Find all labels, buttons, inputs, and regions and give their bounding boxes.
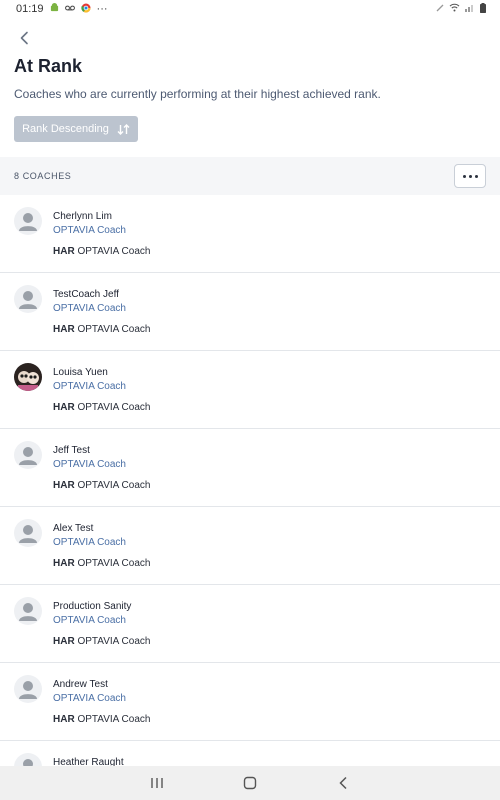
system-nav-bar [0, 766, 500, 800]
person-placeholder-icon [19, 291, 37, 309]
status-bar: 01:19 ··· [0, 0, 500, 18]
coach-row[interactable]: Andrew Test OPTAVIA Coach HAR OPTAVIA Coac… [0, 663, 500, 741]
coach-row[interactable]: Production Sanity OPTAVIA Coach HAR OPTAVI… [0, 585, 500, 663]
coach-photo-icon [14, 363, 42, 391]
battery-icon [480, 2, 486, 16]
recents-button[interactable] [147, 773, 167, 793]
coach-count-label: 8 COACHES [14, 171, 72, 181]
avatar [14, 441, 42, 469]
avatar [14, 675, 42, 703]
count-bar: 8 COACHES [0, 157, 500, 195]
back-arrow-icon [20, 31, 28, 45]
more-dots-icon [468, 174, 472, 178]
avatar [14, 519, 42, 547]
screen: 01:19 ··· At Rank Coaches who are curren… [0, 0, 500, 800]
avatar [14, 207, 42, 235]
coach-row[interactable]: Louisa Yuen OPTAVIA Coach HAR OPTAVIA Coac… [0, 351, 500, 429]
android-icon [50, 3, 59, 15]
coach-name: Jeff Test [53, 445, 90, 456]
home-button[interactable] [240, 773, 260, 793]
more-options-button[interactable] [454, 164, 486, 188]
coach-role: OPTAVIA Coach [53, 381, 126, 392]
pen-icon [436, 3, 444, 15]
coach-role: OPTAVIA Coach [53, 537, 126, 548]
coach-role: OPTAVIA Coach [53, 225, 126, 236]
coach-role: OPTAVIA Coach [53, 303, 126, 314]
back-nav-icon [339, 776, 347, 790]
coach-rank-suffix: OPTAVIA Coach [74, 246, 151, 257]
sort-button-label: Rank Descending [22, 123, 109, 135]
coach-rank-suffix: OPTAVIA Coach [74, 324, 151, 335]
coach-name: Cherlynn Lim [53, 211, 112, 222]
coach-rank-suffix: OPTAVIA Coach [74, 636, 151, 647]
coach-rank-prefix: HAR [53, 324, 75, 335]
coach-rank-prefix: HAR [53, 714, 75, 725]
coach-name: Louisa Yuen [53, 367, 108, 378]
avatar [14, 363, 42, 391]
coach-rank: HAR OPTAVIA Coach [53, 636, 150, 647]
sort-button[interactable]: Rank Descending [14, 116, 138, 142]
avatar [14, 285, 42, 313]
coach-row[interactable]: TestCoach Jeff OPTAVIA Coach HAR OPTAVIA C… [0, 273, 500, 351]
person-placeholder-icon [19, 447, 37, 465]
coach-rank: HAR OPTAVIA Coach [53, 714, 150, 725]
coach-name: Production Sanity [53, 601, 132, 612]
status-more-dots: ··· [96, 3, 108, 15]
more-dots-icon [474, 174, 478, 178]
coach-name: Andrew Test [53, 679, 108, 690]
signal-icon [465, 3, 475, 15]
coach-role: OPTAVIA Coach [53, 693, 126, 704]
coach-rank-prefix: HAR [53, 480, 75, 491]
sort-arrows-icon [117, 123, 130, 135]
more-dots-icon [462, 174, 466, 178]
coach-rank-suffix: OPTAVIA Coach [74, 402, 151, 413]
voicemail-icon [64, 3, 75, 15]
person-placeholder-icon [19, 603, 37, 621]
recents-icon [150, 778, 163, 788]
coach-rank-suffix: OPTAVIA Coach [74, 558, 151, 569]
wifi-icon [449, 3, 460, 15]
back-button[interactable] [14, 28, 34, 48]
person-placeholder-icon [19, 681, 37, 699]
coach-list: Cherlynn Lim OPTAVIA Coach HAR OPTAVIA Coa… [0, 195, 500, 800]
coach-rank: HAR OPTAVIA Coach [53, 324, 150, 335]
coach-row[interactable]: Alex Test OPTAVIA Coach HAR OPTAVIA Coach [0, 507, 500, 585]
status-right [436, 2, 486, 16]
coach-name: Alex Test [53, 523, 94, 534]
coach-rank: HAR OPTAVIA Coach [53, 246, 150, 257]
coach-name: TestCoach Jeff [53, 289, 119, 300]
avatar [14, 597, 42, 625]
coach-rank-prefix: HAR [53, 558, 75, 569]
page-subtitle: Coaches who are currently performing at … [14, 87, 381, 101]
coach-rank: HAR OPTAVIA Coach [53, 402, 150, 413]
person-placeholder-icon [19, 213, 37, 231]
coach-rank-prefix: HAR [53, 402, 75, 413]
status-left: 01:19 ··· [16, 3, 108, 16]
coach-role: OPTAVIA Coach [53, 615, 126, 626]
coach-rank: HAR OPTAVIA Coach [53, 480, 150, 491]
page-title: At Rank [14, 56, 83, 76]
coach-rank-prefix: HAR [53, 246, 75, 257]
coach-row[interactable]: Cherlynn Lim OPTAVIA Coach HAR OPTAVIA Coa… [0, 195, 500, 273]
coach-row[interactable]: Jeff Test OPTAVIA Coach HAR OPTAVIA Coach [0, 429, 500, 507]
coach-rank-prefix: HAR [53, 636, 75, 647]
person-placeholder-icon [19, 525, 37, 543]
coach-rank-suffix: OPTAVIA Coach [74, 714, 151, 725]
chrome-icon [80, 3, 91, 16]
home-icon [243, 776, 257, 790]
status-time: 01:19 [16, 3, 44, 15]
coach-rank-suffix: OPTAVIA Coach [74, 480, 151, 491]
back-nav-button[interactable] [333, 773, 353, 793]
coach-role: OPTAVIA Coach [53, 459, 126, 470]
coach-rank: HAR OPTAVIA Coach [53, 558, 150, 569]
